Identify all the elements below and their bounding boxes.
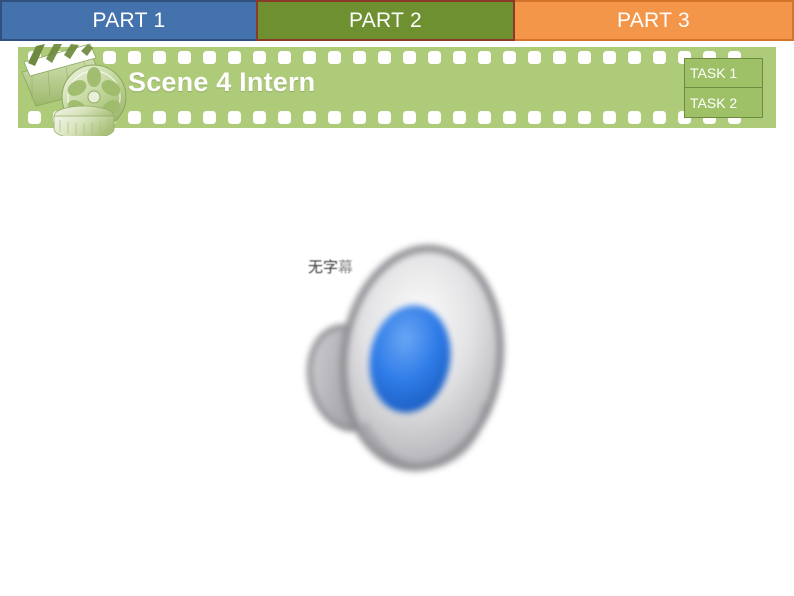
filmstrip-perforation [503,51,516,64]
filmstrip-perforation [153,111,166,124]
filmstrip-background: Scene 4 Intern [18,47,776,128]
task-1-button[interactable]: TASK 1 [685,59,762,88]
filmstrip-perforation [403,111,416,124]
tab-part-3[interactable]: PART 3 [515,0,794,41]
filmstrip-perforation [78,51,91,64]
filmstrip-perforation [303,111,316,124]
filmstrip-perforation [178,51,191,64]
filmstrip-perforation [553,51,566,64]
filmstrip-perforation [203,51,216,64]
filmstrip-perforation [253,111,266,124]
filmstrip-perforation [353,111,366,124]
filmstrip-perforation [503,111,516,124]
filmstrip-perforation [28,51,41,64]
filmstrip-perforation [628,111,641,124]
scene-title: Scene 4 Intern [128,67,316,97]
filmstrip-perforation [428,51,441,64]
filmstrip-perforation [103,111,116,124]
filmstrip-perforation [353,51,366,64]
filmstrip-perforation [328,111,341,124]
media-caption-occluded: 幕 [338,258,354,276]
filmstrip-perforation [478,111,491,124]
filmstrip-perforation [128,51,141,64]
filmstrip-perforation [578,111,591,124]
filmstrip-perforation [228,111,241,124]
filmstrip-perforation [53,111,66,124]
task-2-button[interactable]: TASK 2 [685,88,762,117]
filmstrip-perforation [603,51,616,64]
filmstrip-perforation [53,51,66,64]
scene-banner: Scene 4 Intern [18,47,776,128]
filmstrip-perforation [103,51,116,64]
tab-part-2[interactable]: PART 2 [256,0,515,41]
filmstrip-perforation [253,51,266,64]
filmstrip-perforation [453,51,466,64]
filmstrip-perforation [78,111,91,124]
filmstrip-perforation [653,51,666,64]
filmstrip-perforations-top [18,51,776,64]
media-caption-visible: 无字 [308,258,339,276]
filmstrip-perforation [478,51,491,64]
filmstrip-perforation [403,51,416,64]
task-button-group: TASK 1 TASK 2 [684,58,763,118]
filmstrip-perforation [553,111,566,124]
filmstrip-perforation [178,111,191,124]
part-tab-bar: PART 1 PART 2 PART 3 [0,0,794,41]
filmstrip-perforation [228,51,241,64]
filmstrip-perforation [528,111,541,124]
filmstrip-perforation [653,111,666,124]
filmstrip-perforation [128,111,141,124]
filmstrip-perforation [453,111,466,124]
filmstrip-perforation [153,51,166,64]
filmstrip-perforation [328,51,341,64]
tab-part-1[interactable]: PART 1 [0,0,256,41]
filmstrip-perforations-bottom [18,111,776,124]
filmstrip-perforation [578,51,591,64]
filmstrip-perforation [603,111,616,124]
filmstrip-perforation [528,51,541,64]
filmstrip-perforation [203,111,216,124]
audio-media-object[interactable]: 无字幕 [290,218,520,483]
filmstrip-perforation [378,51,391,64]
filmstrip-perforation [303,51,316,64]
filmstrip-perforation [428,111,441,124]
filmstrip-perforation [28,111,41,124]
filmstrip-perforation [378,111,391,124]
filmstrip-perforation [628,51,641,64]
media-caption: 无字幕 [308,256,353,277]
filmstrip-perforation [278,51,291,64]
filmstrip-perforation [278,111,291,124]
